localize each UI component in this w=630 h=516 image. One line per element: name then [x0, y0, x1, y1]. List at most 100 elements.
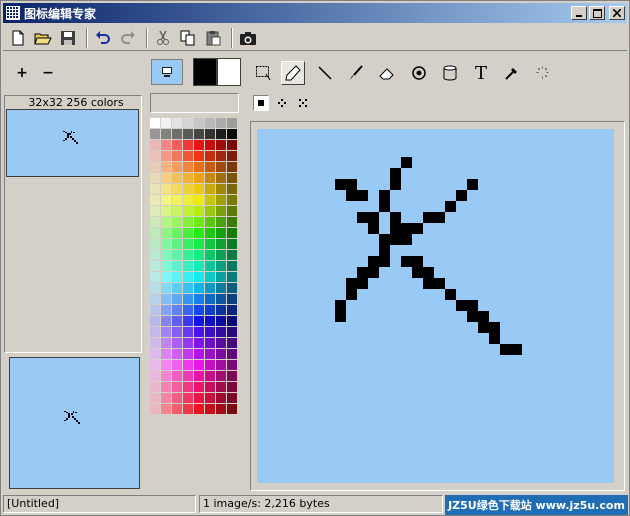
copy-icon[interactable]: [177, 27, 199, 49]
palette-swatch[interactable]: [183, 393, 194, 404]
palette-swatch[interactable]: [227, 393, 238, 404]
palette-swatch[interactable]: [150, 140, 161, 151]
palette-swatch[interactable]: [194, 393, 205, 404]
palette-swatch[interactable]: [227, 239, 238, 250]
palette-swatch[interactable]: [194, 140, 205, 151]
palette-swatch[interactable]: [161, 272, 172, 283]
palette-swatch[interactable]: [150, 261, 161, 272]
palette-swatch[interactable]: [227, 162, 238, 173]
palette-swatch[interactable]: [161, 151, 172, 162]
redo-icon[interactable]: [117, 27, 139, 49]
palette-swatch[interactable]: [227, 184, 238, 195]
palette-swatch[interactable]: [216, 162, 227, 173]
palette-swatch[interactable]: [194, 151, 205, 162]
palette-swatch[interactable]: [227, 261, 238, 272]
eraser-tool-icon[interactable]: [375, 61, 399, 85]
palette-swatch[interactable]: [227, 283, 238, 294]
palette-swatch[interactable]: [172, 382, 183, 393]
close-button[interactable]: [609, 6, 625, 20]
palette-swatch[interactable]: [161, 250, 172, 261]
palette-swatch[interactable]: [194, 129, 205, 140]
palette-swatch[interactable]: [227, 371, 238, 382]
palette-swatch[interactable]: [150, 151, 161, 162]
palette-swatch[interactable]: [205, 272, 216, 283]
palette-swatch[interactable]: [161, 217, 172, 228]
palette-swatch[interactable]: [172, 393, 183, 404]
palette-swatch[interactable]: [161, 261, 172, 272]
palette-swatch[interactable]: [227, 404, 238, 415]
palette-swatch[interactable]: [216, 140, 227, 151]
palette-swatch[interactable]: [205, 217, 216, 228]
brush-cross-icon[interactable]: [295, 95, 311, 111]
paste-icon[interactable]: [202, 27, 224, 49]
palette-swatch[interactable]: [150, 239, 161, 250]
palette-swatch[interactable]: [205, 118, 216, 129]
palette-swatch[interactable]: [172, 305, 183, 316]
minimize-button[interactable]: [571, 6, 587, 20]
palette-swatch[interactable]: [216, 173, 227, 184]
palette-swatch[interactable]: [150, 404, 161, 415]
palette-swatch[interactable]: [183, 239, 194, 250]
drawing-canvas[interactable]: [257, 129, 614, 483]
palette-swatch[interactable]: [227, 151, 238, 162]
palette-swatch[interactable]: [216, 371, 227, 382]
cut-icon[interactable]: [152, 27, 174, 49]
palette-swatch[interactable]: [172, 217, 183, 228]
palette-swatch[interactable]: [216, 250, 227, 261]
palette-swatch[interactable]: [194, 217, 205, 228]
palette-swatch[interactable]: [161, 404, 172, 415]
palette-swatch[interactable]: [150, 393, 161, 404]
palette-swatch[interactable]: [172, 206, 183, 217]
palette-swatch[interactable]: [194, 294, 205, 305]
palette-swatch[interactable]: [183, 316, 194, 327]
palette-swatch[interactable]: [150, 250, 161, 261]
palette-swatch[interactable]: [183, 283, 194, 294]
palette-swatch[interactable]: [172, 250, 183, 261]
palette-swatch[interactable]: [216, 184, 227, 195]
palette-swatch[interactable]: [183, 294, 194, 305]
palette-swatch[interactable]: [194, 305, 205, 316]
palette-swatch[interactable]: [183, 360, 194, 371]
palette-swatch[interactable]: [205, 316, 216, 327]
palette-swatch[interactable]: [161, 316, 172, 327]
palette-swatch[interactable]: [194, 360, 205, 371]
palette-swatch[interactable]: [161, 184, 172, 195]
palette-swatch[interactable]: [227, 129, 238, 140]
color-palette[interactable]: [150, 118, 240, 473]
palette-swatch[interactable]: [216, 294, 227, 305]
palette-swatch[interactable]: [227, 382, 238, 393]
palette-swatch[interactable]: [205, 294, 216, 305]
palette-swatch[interactable]: [227, 272, 238, 283]
palette-swatch[interactable]: [172, 228, 183, 239]
palette-swatch[interactable]: [161, 228, 172, 239]
palette-swatch[interactable]: [183, 327, 194, 338]
palette-swatch[interactable]: [183, 118, 194, 129]
palette-swatch[interactable]: [194, 261, 205, 272]
palette-swatch[interactable]: [216, 217, 227, 228]
palette-swatch[interactable]: [172, 261, 183, 272]
title-bar[interactable]: 图标编辑专家: [3, 3, 627, 23]
fill-tool-icon[interactable]: [407, 61, 431, 85]
camera-icon[interactable]: [237, 27, 259, 49]
palette-swatch[interactable]: [183, 162, 194, 173]
palette-swatch[interactable]: [205, 184, 216, 195]
palette-swatch[interactable]: [150, 129, 161, 140]
palette-swatch[interactable]: [216, 382, 227, 393]
palette-swatch[interactable]: [150, 217, 161, 228]
palette-swatch[interactable]: [227, 294, 238, 305]
brush-diamond-icon[interactable]: [274, 95, 290, 111]
palette-swatch[interactable]: [205, 239, 216, 250]
palette-swatch[interactable]: [216, 261, 227, 272]
palette-swatch[interactable]: [183, 250, 194, 261]
palette-swatch[interactable]: [150, 316, 161, 327]
palette-swatch[interactable]: [205, 228, 216, 239]
palette-swatch[interactable]: [205, 404, 216, 415]
palette-swatch[interactable]: [227, 349, 238, 360]
palette-swatch[interactable]: [216, 393, 227, 404]
palette-swatch[interactable]: [194, 250, 205, 261]
palette-swatch[interactable]: [150, 338, 161, 349]
open-folder-icon[interactable]: [32, 27, 54, 49]
palette-swatch[interactable]: [216, 305, 227, 316]
palette-swatch[interactable]: [172, 294, 183, 305]
palette-swatch[interactable]: [183, 140, 194, 151]
